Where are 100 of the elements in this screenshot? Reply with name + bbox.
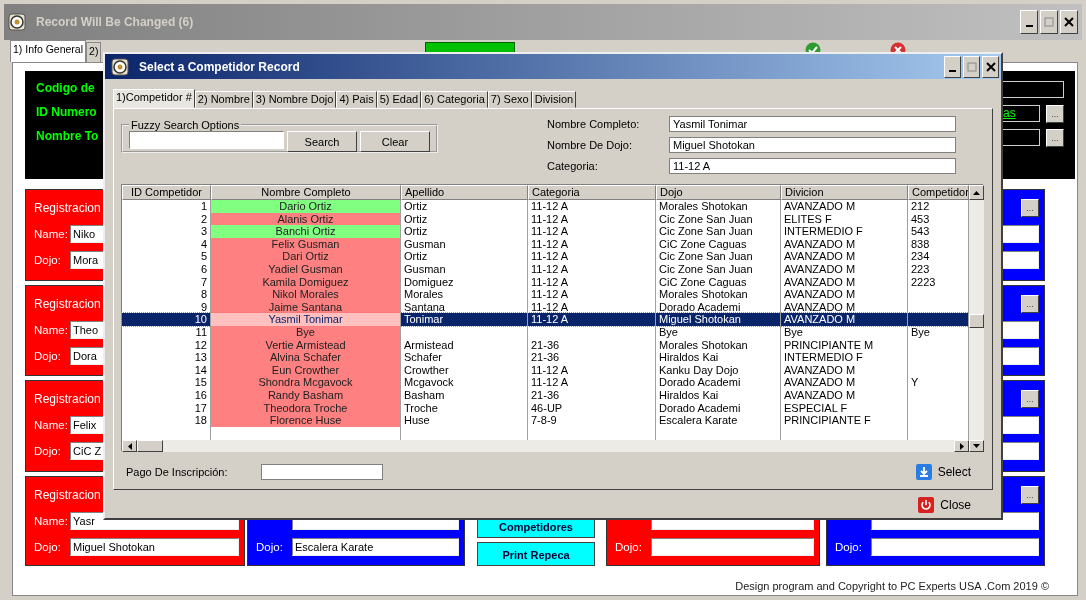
scroll-right-button[interactable]: [954, 440, 969, 452]
browse-button[interactable]: ...: [1021, 199, 1039, 217]
table-row[interactable]: 3 Banchi Ortiz Ortiz 11-12 A Cic Zone San Juan INTERMEDIO F 543: [122, 225, 969, 238]
table-row[interactable]: 17 Theodora Troche Troche 46-UP Dorado Academi ESPECIAL F: [122, 401, 969, 415]
scroll-up-button[interactable]: [969, 185, 984, 200]
table-cell: 11-12 A: [528, 288, 656, 301]
detail-field[interactable]: Yasmil Tonimar: [669, 116, 956, 132]
maximize-button[interactable]: [1040, 10, 1058, 34]
tab[interactable]: 1)Competidor #: [113, 89, 195, 108]
card-title: Registracion: [34, 392, 101, 406]
table-row[interactable]: 1 Dario Ortiz Ortiz 11-12 A Morales Shotokan AVANZADO M 212: [122, 200, 969, 213]
table-row[interactable]: 8 Nikol Morales Morales 11-12 A Morales Shotokan AVANZADO M: [122, 288, 969, 301]
table-cell: Mcgavock: [401, 376, 528, 389]
tab[interactable]: 2) Nombre: [194, 91, 253, 108]
detail-field[interactable]: 11-12 A: [669, 158, 956, 174]
dojo-field[interactable]: [871, 538, 1039, 556]
table-row[interactable]: 15 Shondra Mcgavock Mcgavock 11-12 A Dorado Academi AVANZADO M Y: [122, 376, 969, 389]
tab[interactable]: 4) Pais: [336, 91, 377, 108]
table-cell: Nikol Morales: [211, 288, 401, 301]
minimize-button[interactable]: [1020, 10, 1038, 34]
scroll-thumb[interactable]: [969, 314, 984, 328]
table-row[interactable]: 11 Bye Bye Bye Bye: [122, 325, 969, 339]
maximize-button[interactable]: [963, 55, 980, 78]
code-field[interactable]: [1000, 81, 1064, 98]
table-cell: 21-36: [528, 338, 656, 352]
close-button[interactable]: [982, 55, 999, 78]
detail-field[interactable]: Miguel Shotokan: [669, 137, 956, 153]
table-cell: ESPECIAL F: [781, 401, 908, 415]
emblem-icon: [8, 13, 26, 31]
tab[interactable]: 2): [86, 42, 102, 62]
scroll-left-button[interactable]: [122, 440, 137, 452]
table-cell: Morales Shotokan: [656, 200, 781, 213]
dojo-field[interactable]: [651, 538, 814, 556]
close-dialog-button[interactable]: Close: [918, 497, 971, 513]
table-cell: 11-12 A: [528, 212, 656, 226]
minimize-button[interactable]: [944, 55, 961, 78]
column-header[interactable]: Apellido: [401, 185, 528, 200]
clear-button[interactable]: Clear: [360, 131, 430, 152]
tab[interactable]: 6) Categoria: [421, 91, 488, 108]
card-title: Registracion: [34, 201, 101, 215]
tab[interactable]: 7) Sexo: [487, 91, 532, 108]
table-cell: PRINCIPIANTE M: [781, 338, 908, 352]
table-cell: Troche: [401, 401, 528, 415]
emblem-icon: [111, 57, 129, 76]
scroll-down-button[interactable]: [969, 440, 984, 452]
field-label: Nombre Completo:: [547, 117, 641, 132]
table-cell: 11-12 A: [528, 237, 656, 251]
browse-button[interactable]: ...: [1021, 295, 1039, 313]
table-row[interactable]: 5 Dari Ortiz Ortiz 11-12 A Cic Zone San Juan AVANZADO M 234: [122, 250, 969, 263]
column-header[interactable]: ID Competidor: [122, 185, 211, 200]
search-field[interactable]: [129, 131, 284, 149]
column-header[interactable]: Divicion: [781, 185, 908, 200]
column-header[interactable]: Nombre Completo: [211, 185, 401, 200]
table-cell: 7-8-9: [528, 414, 656, 427]
tab[interactable]: Division: [531, 91, 577, 108]
action-button[interactable]: Print Repeca: [477, 541, 595, 566]
scrollbar[interactable]: [969, 200, 984, 440]
table-row[interactable]: 12 Vertie Armistead Armistead 21-36 Morales Shotokan PRINCIPIANTE M: [122, 338, 969, 352]
dojo-field[interactable]: Miguel Shotokan: [70, 538, 239, 556]
column-header[interactable]: Categoria: [528, 185, 656, 200]
browse-button[interactable]: ...: [1021, 390, 1039, 408]
scrollbar[interactable]: [122, 440, 969, 452]
table-row[interactable]: 10 Yasmil Tonimar Tonimar 11-12 A Miguel Shotokan AVANZADO M: [122, 313, 969, 326]
table-row[interactable]: 18 Florence Huse Huse 7-8-9 Escalera Karate PRINCIPIANTE F: [122, 414, 969, 427]
minimize-icon: [1025, 25, 1033, 27]
browse-button[interactable]: ...: [1021, 486, 1039, 504]
table-cell: 11-12 A: [528, 225, 656, 238]
table-row[interactable]: 2 Alanis Ortiz Ortiz 11-12 A Cic Zone San Juan ELITES F 453: [122, 212, 969, 226]
field-label: Pago De Inscripción:: [126, 466, 229, 478]
browse-button[interactable]: ...: [1046, 129, 1064, 147]
table-cell: Florence Huse: [211, 414, 401, 427]
table-cell: AVANZADO M: [781, 200, 908, 213]
table-row[interactable]: 6 Yadiel Gusman Gusman 11-12 A Cic Zone San Juan AVANZADO M 223: [122, 262, 969, 276]
field-label: Dojo:: [34, 350, 62, 362]
table-row[interactable]: 4 Felix Gusman Gusman 11-12 A CiC Zone Caguas AVANZADO M 838: [122, 237, 969, 251]
table-cell: Hiraldos Kai: [656, 388, 781, 402]
column-header[interactable]: Competidor: [908, 185, 969, 200]
table-cell: AVANZADO M: [781, 250, 908, 263]
field-label: Dojo:: [34, 254, 62, 266]
browse-button[interactable]: ...: [1046, 105, 1064, 123]
column-header[interactable]: Dojo: [656, 185, 781, 200]
dojo-field[interactable]: Escalera Karate: [292, 538, 459, 556]
table-row[interactable]: 16 Randy Basham Basham 21-36 Hiraldos Kai AVANZADO M: [122, 388, 969, 402]
payment-field[interactable]: [261, 464, 383, 480]
table-row[interactable]: 7 Kamila Domiguez Domiguez 11-12 A CiC Zone Caguas AVANZADO M 2223: [122, 275, 969, 289]
select-button[interactable]: Select: [915, 464, 971, 480]
tab[interactable]: 3) Nombre Dojo: [252, 91, 337, 108]
tab[interactable]: 5) Edad: [376, 91, 422, 108]
table-cell: AVANZADO M: [781, 237, 908, 251]
table-cell: Dari Ortiz: [211, 250, 401, 263]
tab[interactable]: 1) Info General: [10, 40, 87, 62]
up-arrow-icon: [973, 190, 980, 195]
table-row[interactable]: 14 Eun Crowther Crowther 11-12 A Kanku Day Dojo AVANZADO M: [122, 363, 969, 377]
close-button[interactable]: [1060, 10, 1078, 34]
field-label: Dojo:: [34, 541, 62, 553]
scroll-thumb[interactable]: [137, 440, 163, 452]
left-arrow-icon: [127, 442, 132, 450]
table-cell: Schafer: [401, 351, 528, 364]
table-row[interactable]: 13 Alvina Schafer Schafer 21-36 Hiraldos Kai INTERMEDIO F: [122, 351, 969, 364]
search-button[interactable]: Search: [287, 131, 357, 152]
